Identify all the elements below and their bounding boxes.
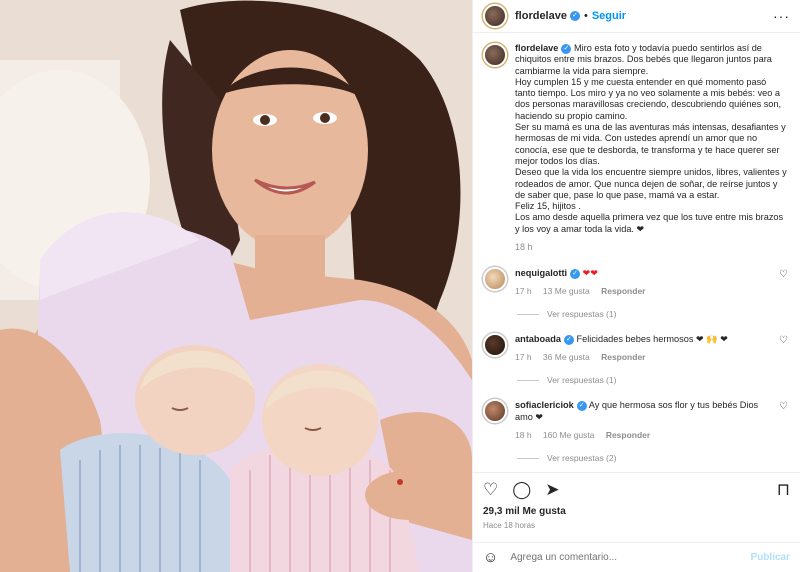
photo-illustration [0,0,472,572]
caption-body: flordelave ✓ Miro esta foto y todavía pue… [515,43,787,253]
verified-badge-icon: ✓ [570,268,581,279]
separator-dot: • [583,10,588,22]
comment-meta: 17 h 36 Me gusta Responder [515,351,765,363]
post-side-panel: flordelave ✓ • Seguir ··· flordelave ✓ Mi… [472,0,800,572]
post-timestamp: Hace 18 horas [483,521,536,530]
comment-body: nequigalotti ✓ ❤❤ 17 h 13 Me gusta Respon… [515,267,765,297]
comment-item: sofiaclericiok ✓ Ay que hermosa sos flor … [483,399,788,441]
like-count[interactable]: 29,3 mil Me gusta [473,506,800,517]
comment-text: Felicidades bebes hermosos ❤ 🙌 ❤ [576,334,728,345]
replies-line [517,313,539,315]
comment-item: antaboada ✓ Felicidades bebes hermosos ❤ … [483,333,788,363]
comment-username[interactable]: nequigalotti [515,268,567,278]
comment-time[interactable]: 17 h [515,352,532,362]
comment-meta: 18 h 160 Me gusta Responder [515,429,765,441]
emoji-icon[interactable]: ☺ [483,549,498,566]
post-header: flordelave ✓ • Seguir ··· [473,0,800,33]
reply-button[interactable]: Responder [601,286,645,296]
replies-line [517,457,539,459]
post-caption: flordelave ✓ Miro esta foto y todavía pue… [483,43,788,253]
comment-username[interactable]: sofiaclericiok [515,400,574,410]
caption-line: Deseo que la vida los encuentre siempre … [515,167,787,200]
author-username[interactable]: flordelave [515,10,567,22]
comment-meta: 17 h 13 Me gusta Responder [515,285,765,297]
comments-scroll-area[interactable]: flordelave ✓ Miro esta foto y todavía pue… [473,33,800,472]
comment-likes[interactable]: 160 Me gusta [543,430,595,440]
save-icon[interactable]: ⊓ [777,480,790,500]
follow-button[interactable]: Seguir [592,10,626,22]
comment-composer: ☺ Publicar [473,542,800,572]
more-options-icon[interactable]: ··· [773,8,790,24]
comment-icon[interactable]: ◯ [512,480,531,500]
author-avatar[interactable] [483,4,507,28]
comment-item: nequigalotti ✓ ❤❤ 17 h 13 Me gusta Respon… [483,267,788,297]
reply-button[interactable]: Responder [606,430,650,440]
view-replies-button[interactable]: Ver respuestas (1) [517,309,788,319]
view-replies-button[interactable]: Ver respuestas (2) [517,453,788,463]
view-replies-label: Ver respuestas (1) [547,375,617,386]
comment-text: ❤❤ [582,268,599,279]
comment-username[interactable]: antaboada [515,334,561,344]
like-icon[interactable]: ♡ [483,480,498,500]
comment-input[interactable] [510,552,751,563]
verified-badge-icon: ✓ [569,11,580,21]
like-comment-icon[interactable]: ♡ [779,401,788,412]
comment-body: antaboada ✓ Felicidades bebes hermosos ❤ … [515,333,765,363]
comment-avatar[interactable] [483,333,507,358]
verified-badge-icon: ✓ [563,334,574,345]
action-bar: ♡ ◯ ➤ ⊓ [473,472,800,506]
comment-likes[interactable]: 13 Me gusta [543,286,590,296]
verified-badge-icon: ✓ [561,43,572,54]
caption-time[interactable]: 18 h [515,242,787,253]
view-replies-label: Ver respuestas (1) [547,309,617,320]
caption-username[interactable]: flordelave [515,43,558,53]
caption-avatar[interactable] [483,43,507,67]
comment-likes[interactable]: 36 Me gusta [543,352,590,362]
caption-line: Los amo desde aquella primera vez que lo… [515,212,784,234]
like-comment-icon[interactable]: ♡ [779,335,788,346]
comment-avatar[interactable] [483,267,507,292]
verified-badge-icon: ✓ [576,400,587,411]
comment-time[interactable]: 18 h [515,430,532,440]
comment-time[interactable]: 17 h [515,286,532,296]
post-photo[interactable] [0,0,472,572]
view-replies-label: Ver respuestas (2) [547,453,617,464]
caption-line: Hoy cumplen 15 y me cuesta entender en q… [515,76,782,121]
replies-line [517,379,539,381]
reply-button[interactable]: Responder [601,352,645,362]
comment-avatar[interactable] [483,399,507,424]
comment-body: sofiaclericiok ✓ Ay que hermosa sos flor … [515,399,765,441]
view-replies-button[interactable]: Ver respuestas (1) [517,375,788,385]
caption-line: Feliz 15, hijitos . [515,201,581,212]
share-icon[interactable]: ➤ [545,480,559,500]
publish-button[interactable]: Publicar [751,552,790,563]
like-comment-icon[interactable]: ♡ [779,269,788,280]
caption-line: Ser su mamá es una de las aventuras más … [515,122,786,166]
